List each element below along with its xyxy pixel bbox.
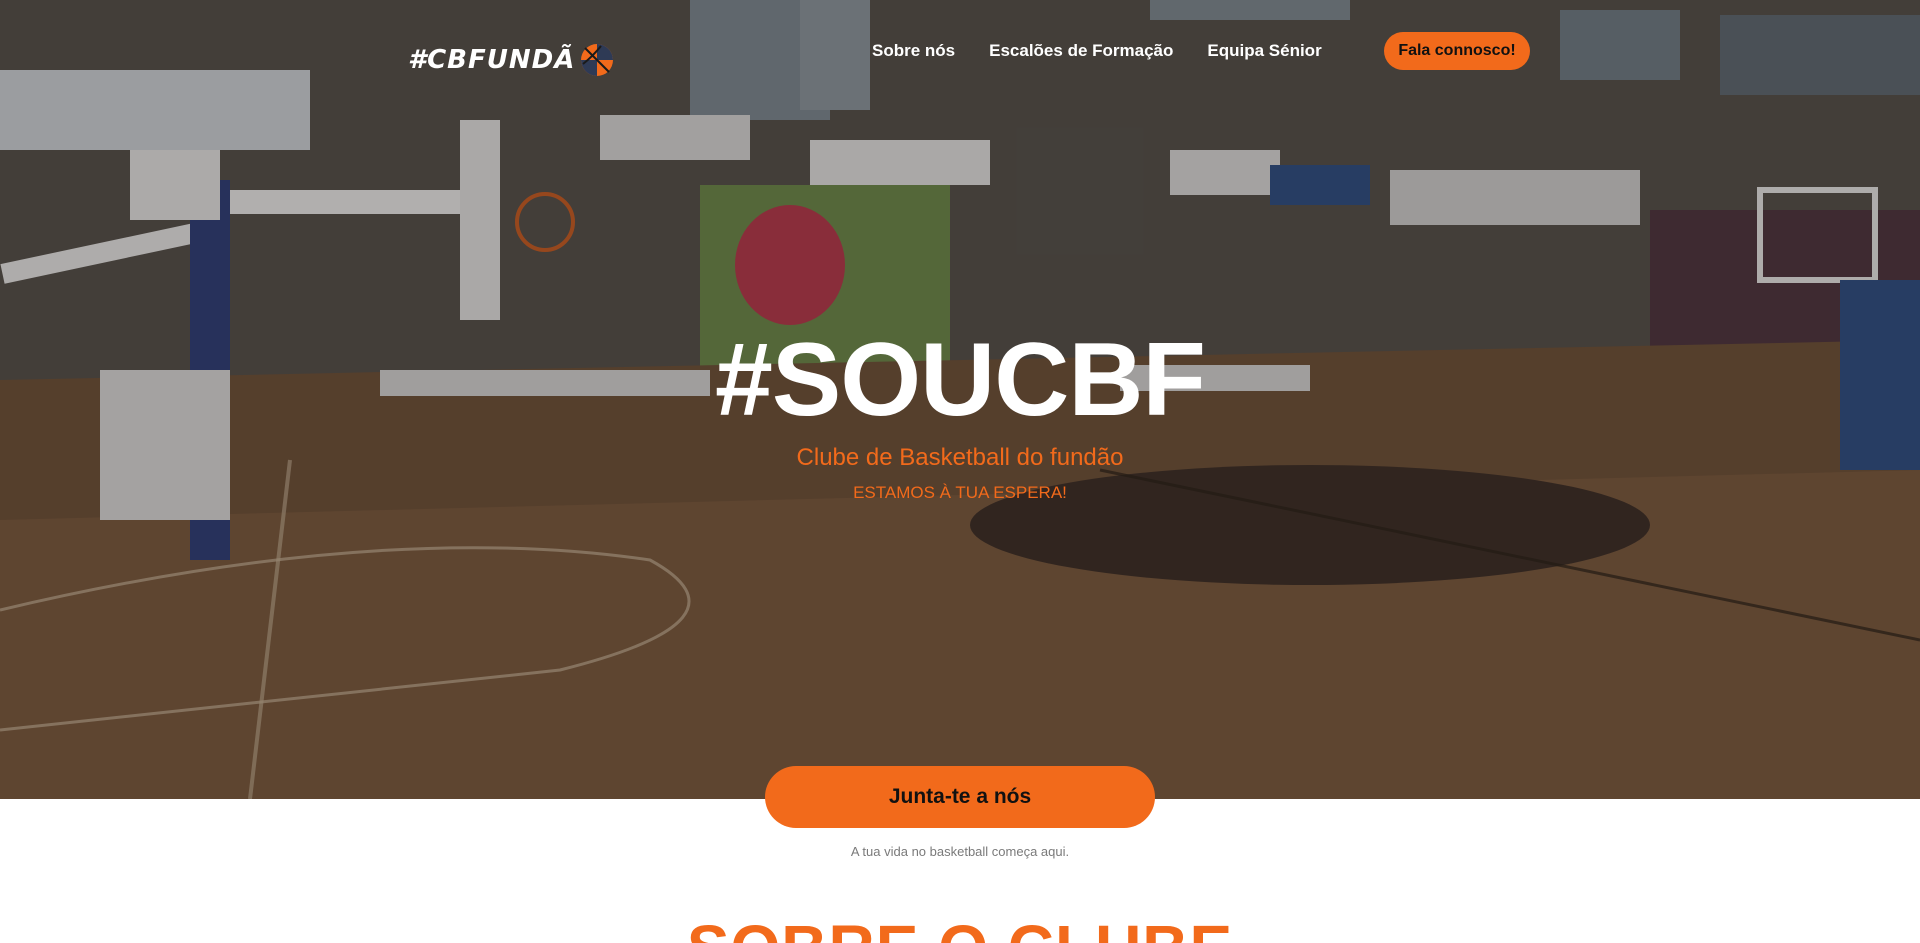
main-nav: Sobre nós Escalões de Formação Equipa Sé… [872, 38, 1356, 64]
contact-button[interactable]: Fala connosco! [1384, 32, 1530, 70]
nav-link-escaloes[interactable]: Escalões de Formação [989, 41, 1173, 61]
nav-link-equipa-senior[interactable]: Equipa Sénior [1207, 41, 1321, 61]
nav-link-sobre-nos[interactable]: Sobre nós [872, 41, 955, 61]
logo-text: #CBFUNDÃ [408, 45, 576, 75]
hero-subtitle: Clube de Basketball do fundão [796, 444, 1124, 471]
hero-title: #SOUCBF [715, 322, 1206, 438]
site-logo[interactable]: #CBFUNDÃ [408, 40, 615, 80]
join-us-button[interactable]: Junta-te a nós [765, 766, 1155, 828]
join-caption: A tua vida no basketball começa aqui. [850, 844, 1070, 859]
hero-tagline: ESTAMOS À TUA ESPERA! [853, 483, 1067, 502]
about-section-title: SOBRE O CLUBE [0, 908, 1920, 943]
basketball-icon [581, 44, 614, 76]
